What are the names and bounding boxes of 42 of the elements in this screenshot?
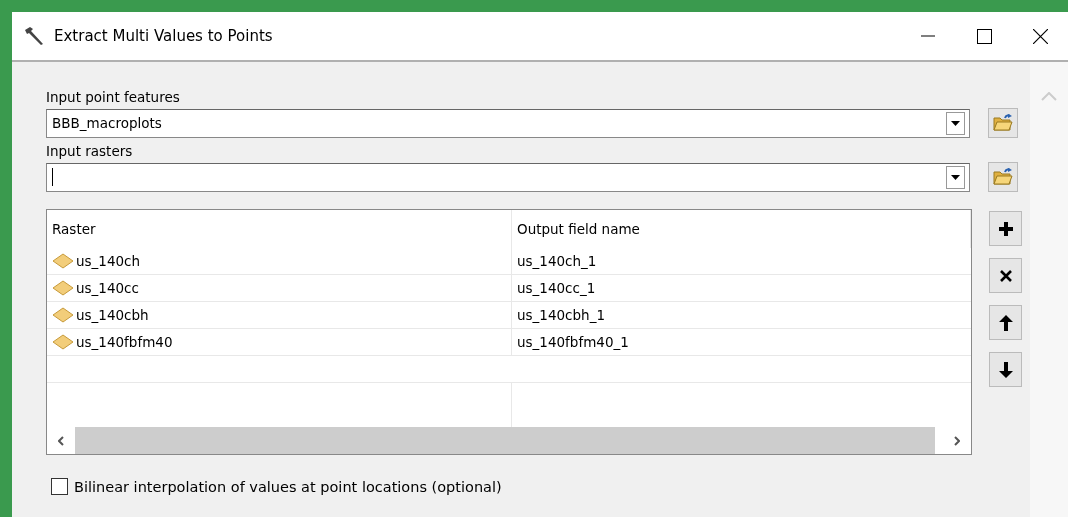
minimize-icon — [921, 35, 935, 37]
raster-layer-icon — [52, 334, 74, 350]
table-cell[interactable]: us_140cbh_1 — [512, 302, 971, 328]
field-label: Input rasters — [46, 142, 134, 161]
table-cell[interactable]: us_140ch_1 — [512, 248, 971, 274]
browse-button[interactable] — [988, 108, 1018, 138]
combo-box[interactable]: BBB_macroplots — [46, 108, 970, 138]
combo-box[interactable] — [46, 162, 970, 192]
window-title: Extract Multi Values to Points — [54, 27, 273, 45]
raster-layer-icon — [52, 253, 74, 269]
move-up-button[interactable] — [989, 305, 1022, 340]
table-cell[interactable]: us_140fbfm40_1 — [512, 329, 971, 355]
close-icon — [999, 269, 1012, 282]
table-cell[interactable]: us_140fbfm40 — [47, 329, 512, 355]
scroll-left-icon — [58, 435, 64, 446]
move-down-button[interactable] — [989, 352, 1022, 387]
add-button[interactable] — [989, 211, 1022, 246]
column-header[interactable]: Raster — [47, 210, 512, 248]
table-cell[interactable]: us_140cc — [47, 275, 512, 301]
hammer-icon — [22, 26, 46, 46]
down-arrow-icon — [998, 361, 1013, 378]
checkbox[interactable] — [51, 478, 68, 495]
checkbox-label: Bilinear interpolation of values at point locations (optional) — [74, 478, 502, 495]
scroll-right-icon — [954, 435, 960, 446]
open-folder-icon — [993, 168, 1013, 186]
table-cell[interactable]: us_140cbh — [47, 302, 512, 328]
open-folder-icon — [993, 114, 1013, 132]
remove-button[interactable] — [989, 258, 1022, 293]
dropdown-caret-icon — [951, 174, 960, 180]
raster-layer-icon — [52, 307, 74, 323]
browse-button[interactable] — [988, 162, 1018, 192]
maximize-icon — [976, 28, 992, 44]
dropdown-caret-icon — [951, 120, 960, 126]
scroll-up-icon — [1041, 92, 1057, 101]
field-label: Input point features — [46, 88, 181, 107]
table-cell[interactable]: us_140cc_1 — [512, 275, 971, 301]
table-cell[interactable]: us_140ch — [47, 248, 512, 274]
column-header[interactable]: Output field name — [512, 210, 971, 248]
plus-icon — [997, 220, 1014, 237]
up-arrow-icon — [998, 314, 1013, 331]
close-icon — [1032, 28, 1048, 44]
raster-layer-icon — [52, 280, 74, 296]
